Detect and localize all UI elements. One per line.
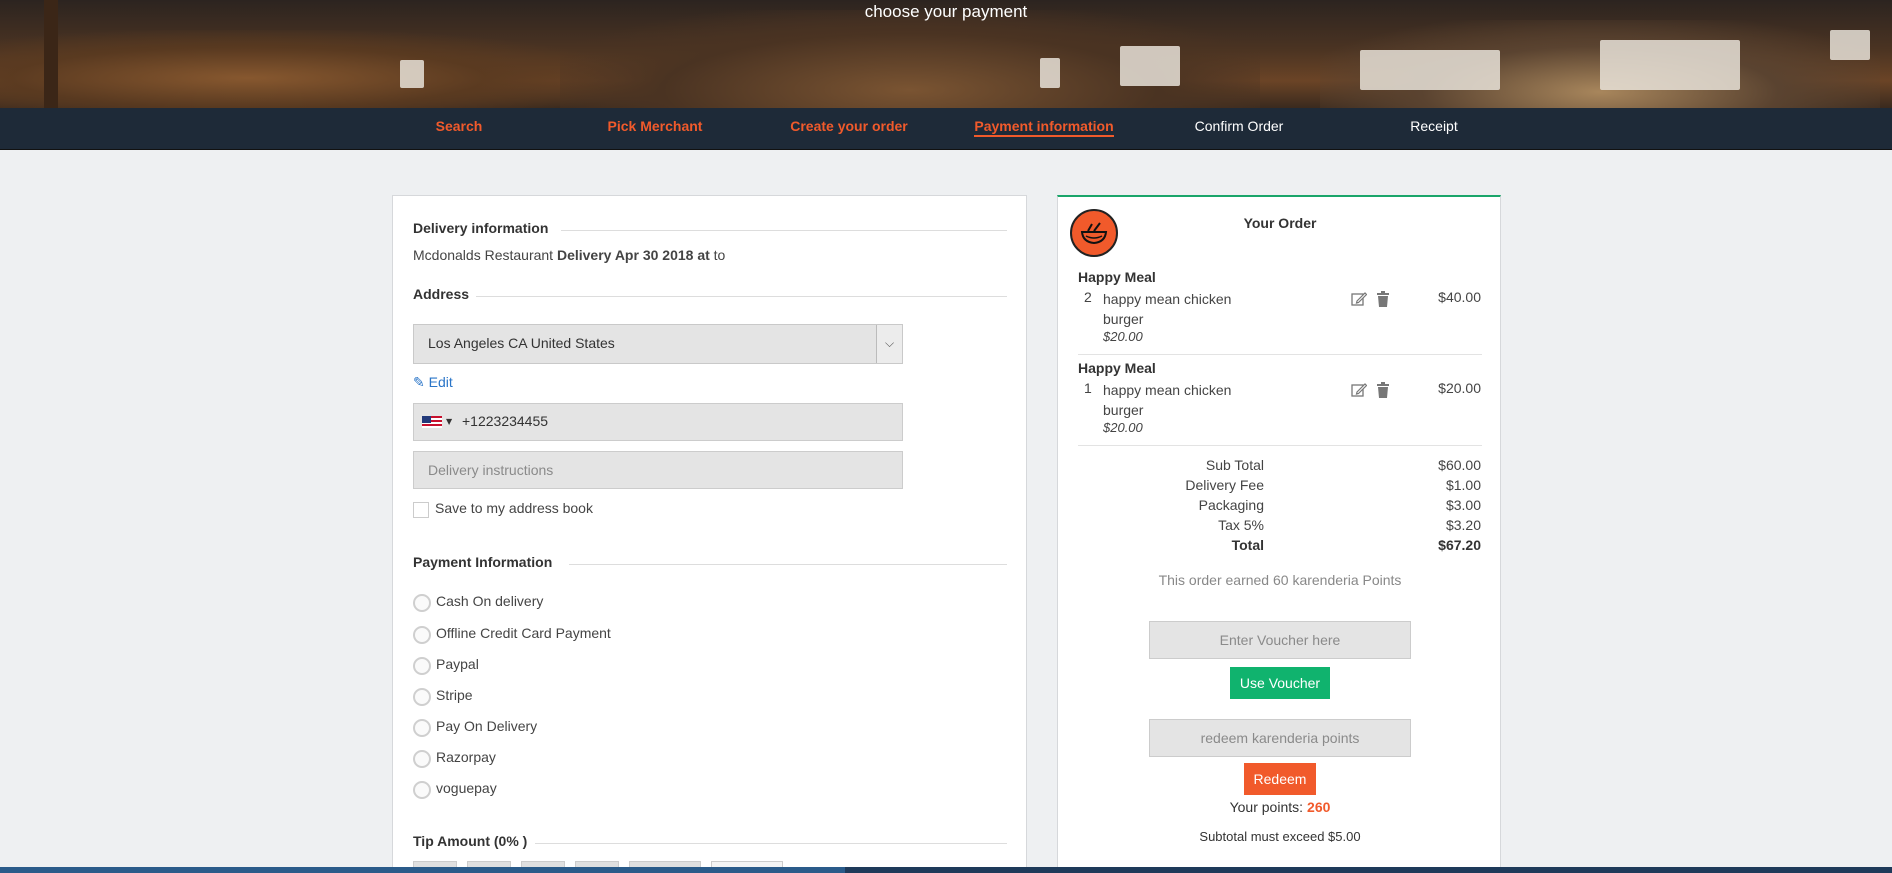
edit-icon[interactable] [1351,291,1367,307]
merchant-name: Mcdonalds Restaurant [413,247,554,263]
address-select-value: Los Angeles CA United States [428,335,615,351]
banner-table [1600,40,1740,90]
page-title: choose your payment [864,2,1028,21]
phone-field[interactable]: ▼ +1223234455 [413,403,903,441]
trash-icon[interactable] [1376,382,1390,398]
us-flag-icon[interactable] [422,416,442,428]
payment-option-label[interactable]: Paypal [436,656,479,672]
redeem-button[interactable]: Redeem [1244,763,1316,795]
divider [1078,445,1482,446]
bottom-bar-accent [0,867,845,873]
item-description: happy mean chicken burger [1103,382,1232,418]
delivery-instructions-input[interactable] [413,451,903,489]
radio-cash-on-delivery[interactable] [413,594,431,612]
step-confirm-order[interactable]: Confirm Order [1141,118,1337,134]
delivery-info-title: Delivery information [413,220,549,236]
banner-rock-left [0,30,620,108]
minimum-subtotal-note: Subtotal must exceed $5.00 [1199,829,1361,844]
total-label: Total [1231,537,1264,553]
payment-option-label[interactable]: Pay On Delivery [436,718,537,734]
banner-table [1360,50,1500,90]
order-title: Your Order [1243,215,1317,231]
payment-form-panel: Delivery information Mcdonalds Restauran… [392,195,1027,873]
radio-stripe[interactable] [413,688,431,706]
subtotal-value: $60.00 [1438,457,1481,473]
tip-amount-title: Tip Amount (0% ) [413,833,528,849]
edit-icon[interactable] [1351,382,1367,398]
delivery-fee-label: Delivery Fee [1185,477,1264,493]
item-name: Happy Meal [1078,269,1156,285]
payment-info-title: Payment Information [413,554,553,570]
points-earned-note: This order earned 60 karenderia Points [1158,572,1402,588]
step-receipt[interactable]: Receipt [1336,118,1532,134]
divider [561,230,1007,231]
step-payment-information[interactable]: Payment information [946,118,1142,137]
address-select[interactable]: Los Angeles CA United States ⌵ [413,324,903,364]
edit-address-link[interactable]: ✎ Edit [413,374,453,391]
divider [569,564,1007,565]
item-description: happy mean chicken burger [1103,291,1232,327]
banner-napkin [1040,58,1060,88]
divider [1078,354,1482,355]
banner-table [1120,46,1180,86]
edit-icon: ✎ [413,374,425,390]
your-points-label: Your points: [1229,799,1304,815]
voucher-input[interactable] [1149,621,1411,659]
step-search[interactable]: Search [361,118,557,134]
packaging-value: $3.00 [1445,497,1481,513]
item-unit-price: $20.00 [1103,329,1143,344]
your-points: Your points: 260 [1058,799,1502,815]
delivery-fee-value: $1.00 [1445,477,1481,493]
total-value: $67.20 [1438,537,1481,553]
payment-option-label[interactable]: Razorpay [436,749,496,765]
item-qty: 2 [1084,289,1092,305]
save-address-checkbox[interactable] [413,502,429,518]
subtotal-label: Sub Total [1205,457,1264,473]
bottom-bar [0,867,1892,873]
radio-offline-credit-card[interactable] [413,626,431,644]
packaging-label: Packaging [1198,497,1264,513]
divider [535,843,1007,844]
payment-option-label[interactable]: Cash On delivery [436,593,543,609]
order-summary-panel: Your Order Happy Meal 2 happy mean chick… [1057,195,1501,873]
item-name: Happy Meal [1078,360,1156,376]
radio-razorpay[interactable] [413,750,431,768]
tax-value: $3.20 [1445,517,1481,533]
your-points-value: 260 [1307,799,1331,815]
item-total: $20.00 [1438,380,1481,396]
item-total: $40.00 [1438,289,1481,305]
payment-option-label[interactable]: Offline Credit Card Payment [436,625,611,641]
trash-icon[interactable] [1376,291,1390,307]
step-create-order[interactable]: Create your order [751,118,947,134]
payment-option-label[interactable]: Stripe [436,687,473,703]
banner-napkin [400,60,424,88]
delivery-summary: Mcdonalds Restaurant Delivery Apr 30 201… [413,247,725,263]
radio-pay-on-delivery[interactable] [413,719,431,737]
radio-paypal[interactable] [413,657,431,675]
caret-down-icon[interactable]: ▼ [446,417,452,426]
delivery-suffix: to [713,247,726,263]
edit-label: Edit [428,374,453,390]
hero-banner: choose your payment [0,0,1892,108]
tax-label: Tax 5% [1218,517,1264,533]
divider [476,296,1007,297]
redeem-points-input[interactable] [1149,719,1411,757]
address-title: Address [413,286,470,302]
phone-value[interactable]: +1223234455 [462,413,548,429]
payment-option-label[interactable]: voguepay [436,780,497,796]
radio-voguepay[interactable] [413,781,431,799]
step-pick-merchant[interactable]: Pick Merchant [557,118,753,134]
save-address-label: Save to my address book [435,500,593,516]
item-qty: 1 [1084,380,1092,396]
item-unit-price: $20.00 [1103,420,1143,435]
delivery-date: Delivery Apr 30 2018 at [556,247,710,263]
chevron-down-icon[interactable]: ⌵ [876,325,902,363]
banner-napkin [1830,30,1870,60]
use-voucher-button[interactable]: Use Voucher [1230,667,1330,699]
checkout-steps: Search Pick Merchant Create your order P… [0,108,1892,150]
